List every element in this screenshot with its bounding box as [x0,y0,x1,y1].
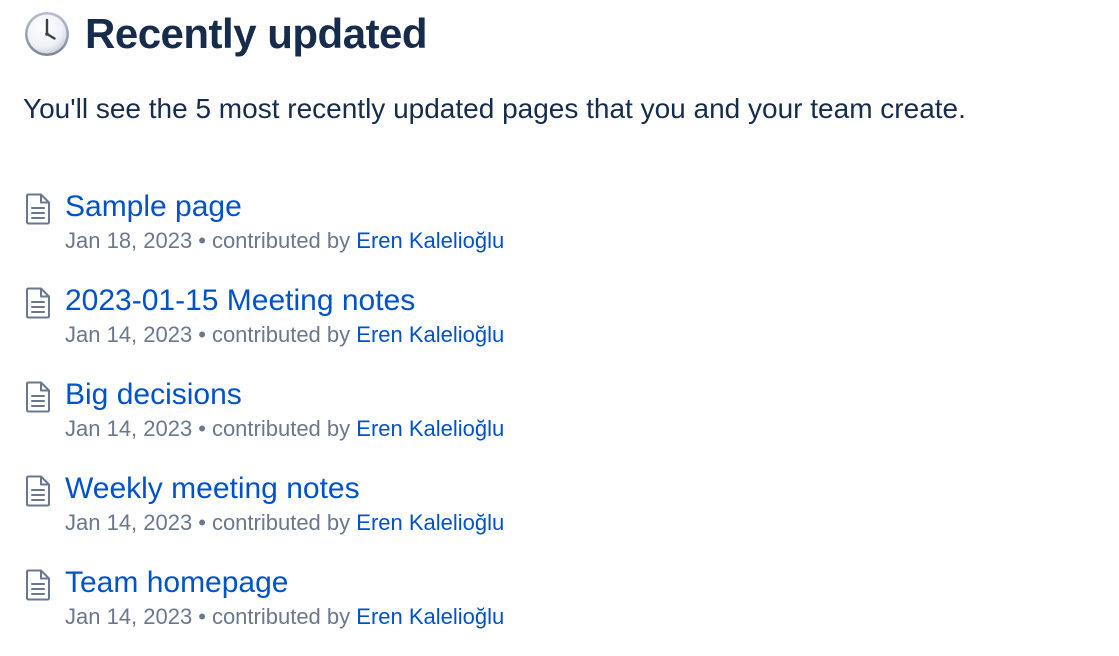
page-icon [25,569,51,601]
page-link[interactable]: Sample page [65,186,1023,228]
updated-date: Jan 14, 2023 [65,510,193,535]
separator-dot: • [198,416,206,441]
list-item: Big decisions Jan 14, 2023 • contributed b… [23,374,1023,468]
page-title: Recently updated [85,10,428,57]
author-link[interactable]: Eren Kalelioğlu [356,322,504,347]
author-link[interactable]: Eren Kalelioğlu [356,228,504,253]
author-link[interactable]: Eren Kalelioğlu [356,416,504,441]
separator-dot: • [198,228,206,253]
updated-date: Jan 14, 2023 [65,416,193,441]
contributed-label: contributed by [211,228,351,253]
contributed-label: contributed by [211,510,351,535]
description-text: You'll see the 5 most recently updated p… [23,93,966,124]
list-item: Sample page Jan 18, 2023 • contributed by … [23,186,1023,280]
separator-dot: • [198,510,206,535]
page-meta: Jan 14, 2023 • contributed by Eren Kalelio… [65,416,1023,442]
list-item: 2023-01-15 Meeting notes Jan 14, 2023 • co… [23,280,1023,374]
recent-pages-list: Sample page Jan 18, 2023 • contributed by … [23,186,1023,656]
page-meta: Jan 14, 2023 • contributed by Eren Kalelio… [65,510,1023,536]
contributed-label: contributed by [211,416,351,441]
page-link[interactable]: Weekly meeting notes [65,468,1023,510]
page-link[interactable]: Team homepage [65,562,1023,604]
list-item: Team homepage Jan 14, 2023 • contributed b… [23,562,1023,656]
author-link[interactable]: Eren Kalelioğlu [356,604,504,629]
contributed-label: contributed by [211,322,351,347]
page-meta: Jan 14, 2023 • contributed by Eren Kalelio… [65,604,1023,630]
updated-date: Jan 14, 2023 [65,604,193,629]
page-header: Recently updated [23,8,428,60]
updated-date: Jan 18, 2023 [65,228,193,253]
contributed-label: contributed by [211,604,351,629]
clock-icon [23,10,71,58]
page-icon [25,287,51,319]
page-meta: Jan 18, 2023 • contributed by Eren Kalelio… [65,228,1023,254]
author-link[interactable]: Eren Kalelioğlu [356,510,504,535]
page-icon [25,475,51,507]
page-icon [25,193,51,225]
separator-dot: • [198,604,206,629]
page-link[interactable]: 2023-01-15 Meeting notes [65,280,1023,322]
page-meta: Jan 14, 2023 • contributed by Eren Kalelio… [65,322,1023,348]
page-icon [25,381,51,413]
separator-dot: • [198,322,206,347]
list-item: Weekly meeting notes Jan 14, 2023 • contri… [23,468,1023,562]
updated-date: Jan 14, 2023 [65,322,193,347]
page-link[interactable]: Big decisions [65,374,1023,416]
